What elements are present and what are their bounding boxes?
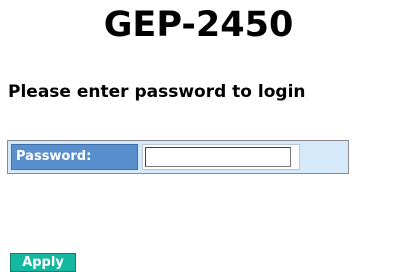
product-title: GEP-2450 [103,5,294,45]
login-prompt: Please enter password to login [8,82,306,102]
apply-button[interactable]: Apply [10,253,76,272]
password-row: Password: [7,140,349,174]
password-label: Password: [11,144,138,170]
password-input[interactable] [145,147,291,167]
password-field-container [142,144,300,170]
